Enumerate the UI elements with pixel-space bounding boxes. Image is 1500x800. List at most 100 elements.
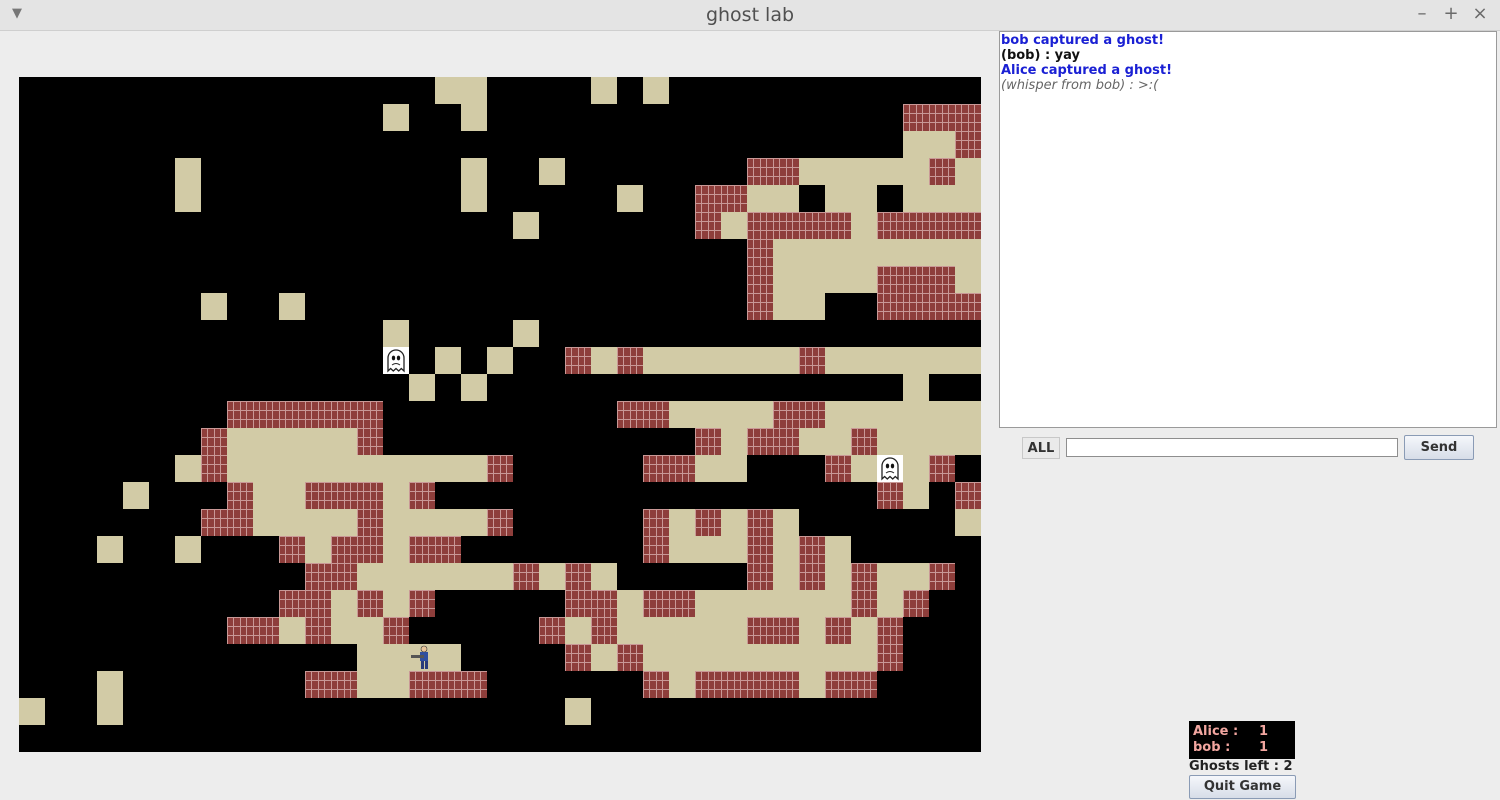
floor-tile (253, 482, 279, 509)
floor-tile (903, 401, 929, 428)
game-board[interactable] (19, 77, 981, 752)
brick-wall-tile (747, 536, 773, 563)
floor-tile (409, 374, 435, 401)
brick-wall-tile (669, 590, 695, 617)
floor-tile (513, 320, 539, 347)
floor-tile (773, 293, 799, 320)
floor-tile (175, 455, 201, 482)
brick-wall-tile (929, 563, 955, 590)
player-score: 1 (1259, 724, 1269, 739)
floor-tile (461, 455, 487, 482)
brick-wall-tile (461, 671, 487, 698)
floor-tile (175, 185, 201, 212)
brick-wall-tile (435, 671, 461, 698)
brick-wall-tile (773, 158, 799, 185)
floor-tile (331, 617, 357, 644)
brick-wall-tile (331, 671, 357, 698)
brick-wall-tile (929, 455, 955, 482)
brick-wall-tile (877, 266, 903, 293)
floor-tile (409, 455, 435, 482)
send-button[interactable]: Send (1404, 435, 1474, 460)
floor-tile (929, 185, 955, 212)
floor-tile (175, 536, 201, 563)
brick-wall-tile (773, 671, 799, 698)
floor-tile (773, 563, 799, 590)
floor-tile (877, 563, 903, 590)
floor-tile (201, 293, 227, 320)
floor-tile (773, 185, 799, 212)
brick-wall-tile (747, 212, 773, 239)
floor-tile (435, 563, 461, 590)
floor-tile (461, 509, 487, 536)
floor-tile (461, 374, 487, 401)
player-character-icon[interactable] (409, 644, 435, 671)
ghost-icon[interactable] (877, 455, 903, 482)
floor-tile (825, 428, 851, 455)
floor-tile (357, 617, 383, 644)
floor-tile (721, 509, 747, 536)
floor-tile (695, 644, 721, 671)
floor-tile (383, 482, 409, 509)
brick-wall-tile (357, 536, 383, 563)
brick-wall-tile (747, 428, 773, 455)
floor-tile (383, 104, 409, 131)
floor-tile (97, 698, 123, 725)
floor-tile (929, 401, 955, 428)
window-titlebar: ▼ ghost lab – + × (0, 0, 1500, 31)
floor-tile (279, 455, 305, 482)
minimize-icon[interactable]: – (1412, 3, 1432, 24)
floor-tile (357, 455, 383, 482)
brick-wall-tile (721, 671, 747, 698)
chat-log[interactable]: bob captured a ghost! (bob) : yay Alice … (999, 31, 1497, 428)
brick-wall-tile (565, 644, 591, 671)
maximize-icon[interactable]: + (1441, 3, 1461, 24)
brick-wall-tile (643, 671, 669, 698)
floor-tile (591, 347, 617, 374)
brick-wall-tile (331, 536, 357, 563)
player-score: 1 (1259, 740, 1269, 755)
floor-tile (227, 455, 253, 482)
floor-tile (331, 428, 357, 455)
close-icon[interactable]: × (1470, 3, 1490, 24)
chat-input[interactable] (1066, 438, 1398, 457)
ghost-icon[interactable] (383, 347, 409, 374)
floor-tile (877, 347, 903, 374)
brick-wall-tile (929, 266, 955, 293)
floor-tile (929, 347, 955, 374)
floor-tile (279, 509, 305, 536)
floor-tile (669, 509, 695, 536)
brick-wall-tile (903, 104, 929, 131)
floor-tile (799, 239, 825, 266)
floor-tile (591, 77, 617, 104)
floor-tile (97, 671, 123, 698)
quit-game-button[interactable]: Quit Game (1189, 775, 1296, 799)
floor-tile (435, 644, 461, 671)
floor-tile (591, 563, 617, 590)
floor-tile (695, 536, 721, 563)
player-name: bob : (1193, 740, 1231, 755)
brick-wall-tile (955, 131, 981, 158)
brick-wall-tile (409, 536, 435, 563)
floor-tile (461, 104, 487, 131)
floor-tile (643, 644, 669, 671)
brick-wall-tile (877, 617, 903, 644)
floor-tile (227, 428, 253, 455)
floor-tile (955, 158, 981, 185)
floor-tile (955, 509, 981, 536)
floor-tile (487, 347, 513, 374)
floor-tile (305, 509, 331, 536)
floor-tile (383, 644, 409, 671)
floor-tile (305, 455, 331, 482)
brick-wall-tile (903, 590, 929, 617)
recipient-all-button[interactable]: ALL (1022, 437, 1060, 459)
brick-wall-tile (617, 401, 643, 428)
floor-tile (565, 617, 591, 644)
brick-wall-tile (591, 617, 617, 644)
floor-tile (357, 644, 383, 671)
brick-wall-tile (799, 401, 825, 428)
floor-tile (123, 482, 149, 509)
floor-tile (851, 347, 877, 374)
brick-wall-tile (877, 293, 903, 320)
brick-wall-tile (799, 212, 825, 239)
floor-tile (903, 374, 929, 401)
